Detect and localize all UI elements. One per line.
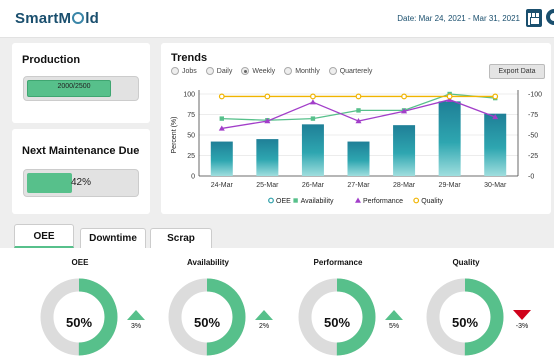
date-range: Date: Mar 24, 2021 - Mar 31, 2021 — [397, 14, 520, 23]
production-value: 2000/2500 — [57, 83, 91, 90]
header-bar: SmartM ld Date: Mar 24, 2021 - Mar 31, 20… — [0, 0, 554, 38]
legend-label: Availability — [301, 198, 334, 205]
point-availability — [356, 108, 361, 113]
y-tick-label-left: 0 — [191, 174, 195, 181]
x-tick-label: 28-Mar — [393, 182, 416, 189]
trends-chart: 0 -0 25 -25 50 -50 75 -75 100 -100 Percent (%) 24-M… — [171, 90, 542, 205]
metric-performance: Performance 50% 5% — [298, 258, 418, 358]
point-quality — [264, 93, 271, 100]
legend-marker-performance — [355, 197, 361, 203]
point-availability — [310, 116, 316, 121]
metric-title: Quality — [452, 258, 480, 267]
y-tick-label-left: 75 — [187, 112, 195, 119]
metric-change: 5% — [388, 323, 400, 330]
point-quality — [446, 93, 453, 100]
bar-oee — [438, 101, 461, 176]
metric-value: 50% — [323, 315, 351, 330]
point-quality — [218, 93, 225, 100]
metric-change: -3% — [515, 323, 529, 330]
bar-oee — [484, 113, 507, 176]
x-tick-label: 25-Mar — [256, 182, 279, 189]
tabs-section: OEE Downtime Scrap OEE 50% 3% Availability 5… — [0, 224, 554, 358]
maintenance-value: 42% — [71, 177, 92, 188]
trend-up-icon — [385, 310, 403, 320]
y-tick-label-right: -0 — [528, 174, 534, 181]
bar-oee — [301, 124, 324, 176]
metric-change: 2% — [258, 323, 270, 330]
metric-title: Performance — [313, 258, 363, 267]
bar-oee — [210, 141, 233, 176]
metric-title: Availability — [187, 258, 229, 267]
bar-oee — [393, 125, 416, 176]
y-tick-label-left: 50 — [187, 133, 195, 140]
x-tick-label: 29-Mar — [439, 182, 462, 189]
point-performance — [309, 99, 316, 105]
metric-quality: Quality 50% -3% — [426, 258, 546, 358]
bar-oee — [347, 141, 370, 176]
production-card: Production 2000/2500 — [12, 43, 150, 123]
legend-label: Quality — [421, 198, 443, 205]
maintenance-title: Next Maintenance Due — [22, 145, 140, 157]
logo-gear-icon — [72, 12, 85, 24]
metrics-panel: OEE 50% 3% Availability 50% 2% Performance 50% 5… — [0, 248, 554, 358]
metric-value: 50% — [65, 315, 93, 330]
y-tick-label-right: -75 — [528, 112, 538, 119]
y-tick-label-right: -50 — [528, 133, 538, 140]
y-tick-label-right: -25 — [528, 153, 538, 160]
metric-change: 3% — [130, 323, 142, 330]
gear-icon[interactable] — [546, 9, 554, 25]
bar-oee — [256, 139, 279, 176]
tab-scrap[interactable]: Scrap — [150, 228, 212, 248]
production-progress-bar: 2000/2500 — [23, 76, 139, 101]
y-axis-label: Percent (%) — [171, 117, 178, 154]
legend-marker-quality — [413, 197, 420, 204]
y-tick-label-right: -100 — [528, 92, 542, 99]
calendar-icon[interactable] — [526, 9, 542, 27]
tab-oee[interactable]: OEE — [14, 224, 74, 248]
y-tick-label-left: 25 — [187, 153, 195, 160]
maintenance-progress-fill — [27, 173, 73, 193]
legend-marker-availability — [293, 198, 298, 203]
trend-up-icon — [255, 310, 273, 320]
metric-availability: Availability 50% 2% — [168, 258, 288, 358]
legend-marker-oee — [268, 197, 274, 204]
metric-title: OEE — [71, 258, 89, 267]
production-title: Production — [22, 54, 81, 66]
x-tick-label: 27-Mar — [347, 182, 370, 189]
y-tick-label-left: 100 — [183, 92, 195, 99]
x-tick-label: 26-Mar — [302, 182, 325, 189]
point-quality — [492, 93, 499, 100]
metric-value: 50% — [193, 315, 221, 330]
maintenance-card: Next Maintenance Due 42% — [12, 129, 150, 214]
legend-label: OEE — [276, 198, 291, 205]
point-availability — [219, 116, 224, 121]
point-quality — [401, 93, 407, 100]
metric-oee: OEE 50% 3% — [40, 258, 160, 358]
point-quality — [310, 93, 316, 100]
trend-down-icon — [513, 310, 531, 320]
metric-value: 50% — [451, 315, 479, 330]
x-tick-label: 24-Mar — [211, 182, 234, 189]
tab-downtime[interactable]: Downtime — [80, 228, 146, 248]
trends-card: Trends Jobs Daily Weekly Monthly Quarterely … — [161, 43, 551, 214]
maintenance-progress-bar: 42% — [23, 169, 139, 197]
point-quality — [355, 93, 362, 100]
x-tick-label: 30-Mar — [484, 182, 507, 189]
logo: SmartM ld — [15, 10, 99, 27]
trend-up-icon — [127, 310, 145, 320]
legend-label: Performance — [363, 198, 403, 205]
